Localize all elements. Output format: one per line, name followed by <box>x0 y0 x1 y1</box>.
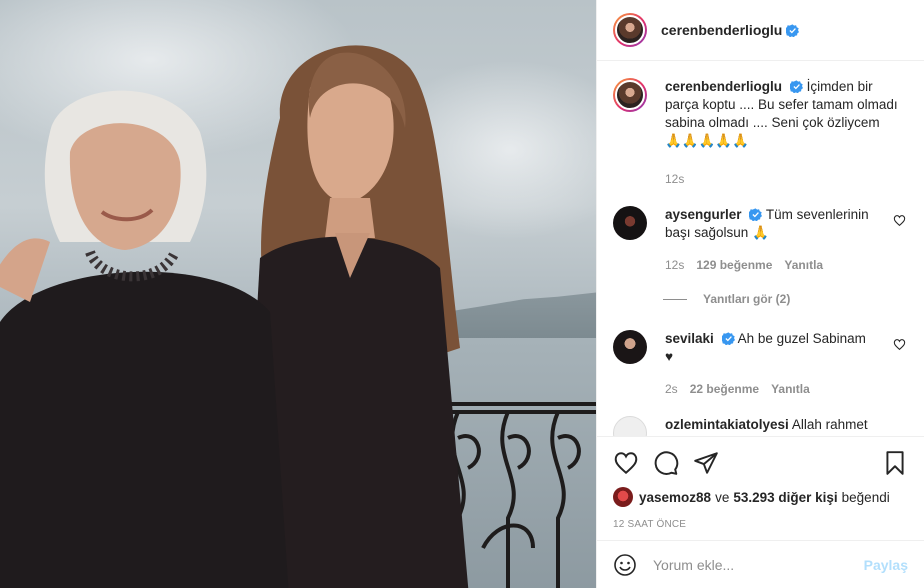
verified-badge-icon <box>786 23 800 37</box>
comment-input[interactable] <box>653 556 864 573</box>
comment-icon[interactable] <box>653 450 679 476</box>
bookmark-icon[interactable] <box>882 450 908 476</box>
likes-connector: ve <box>715 489 730 505</box>
comment-text-2: başı sağolsun 🙏 <box>665 225 769 240</box>
woman-left <box>0 90 289 588</box>
comments-list[interactable]: cerenbenderlioglu İçimden bir parça kopt… <box>597 62 924 436</box>
add-comment-bar: Paylaş <box>597 540 924 588</box>
smiley-icon[interactable] <box>613 553 637 577</box>
verified-badge-icon <box>749 208 763 221</box>
post-photo[interactable] <box>0 0 596 588</box>
instagram-post: cerenbenderlioglu cerenbenderlioglu İçim… <box>0 0 924 588</box>
caption-username[interactable]: cerenbenderlioglu <box>665 79 782 94</box>
commenter-avatar[interactable] <box>613 206 647 240</box>
heart-icon[interactable] <box>613 450 639 476</box>
author-username[interactable]: cerenbenderlioglu <box>661 22 782 38</box>
comment-like-icon[interactable] <box>893 214 906 227</box>
commenter-avatar[interactable] <box>613 416 647 436</box>
author-avatar[interactable] <box>613 13 647 47</box>
view-replies-label: Yanıtları gör (2) <box>703 292 791 306</box>
comment-item: ozlemintakiatolyesi Allah rahmet <box>613 416 908 436</box>
caption: cerenbenderlioglu İçimden bir parça kopt… <box>613 78 908 188</box>
post-timestamp[interactable]: 12 SAAT ÖNCE <box>613 519 908 530</box>
caption-time[interactable]: 12s <box>665 170 684 188</box>
paper-plane-icon[interactable] <box>693 450 719 476</box>
comment-item: sevilaki Ah be guzel Sabinam ♥ 2s 22 beğ… <box>613 330 908 398</box>
commenter-username[interactable]: sevilaki <box>665 331 714 346</box>
post-side-panel: cerenbenderlioglu cerenbenderlioglu İçim… <box>596 0 924 588</box>
commenter-username[interactable]: ozlemintakiatolyesi <box>665 417 789 432</box>
comment-item: aysengurler Tüm sevenlerinin başı sağols… <box>613 206 908 274</box>
liker-avatar[interactable] <box>613 487 633 507</box>
replies-divider <box>663 298 687 300</box>
liker-username[interactable]: yasemoz88 <box>639 490 711 505</box>
likes-suffix: beğendi <box>841 489 890 505</box>
caption-text-3: sabina olmadı .... Seni çok özliycem <box>665 115 880 130</box>
comment-time[interactable]: 2s <box>665 380 678 398</box>
comment-likes[interactable]: 22 beğenme <box>690 380 759 398</box>
comment-text: Tüm sevenlerinin <box>765 207 869 222</box>
caption-text-2: parça koptu .... Bu sefer tamam olmadı <box>665 97 898 112</box>
comment-like-icon[interactable] <box>893 338 906 351</box>
caption-emojis: 🙏🙏🙏🙏🙏 <box>665 133 750 148</box>
post-actions: yasemoz88 ve 53.293 diğer kişi beğendi 1… <box>597 436 924 530</box>
reply-button[interactable]: Yanıtla <box>784 256 823 274</box>
comment-likes[interactable]: 129 beğenme <box>696 256 772 274</box>
share-button[interactable]: Paylaş <box>864 557 908 573</box>
verified-badge-icon <box>789 80 803 93</box>
comment-text: Allah rahmet <box>791 417 868 432</box>
comment-text: Ah be guzel Sabinam <box>737 331 866 346</box>
caption-avatar[interactable] <box>613 78 647 112</box>
reply-button[interactable]: Yanıtla <box>771 380 810 398</box>
commenter-username[interactable]: aysengurler <box>665 207 742 222</box>
comment-text-2: ♥ <box>665 349 674 364</box>
caption-text-1: İçimden bir <box>806 79 873 94</box>
comment-time[interactable]: 12s <box>665 256 684 274</box>
commenter-avatar[interactable] <box>613 330 647 364</box>
post-header: cerenbenderlioglu <box>597 0 924 61</box>
likes-summary: yasemoz88 ve 53.293 diğer kişi beğendi <box>613 487 908 507</box>
likes-count[interactable]: 53.293 diğer kişi <box>733 490 837 505</box>
view-replies-button[interactable]: Yanıtları gör (2) <box>663 292 908 306</box>
verified-badge-icon <box>721 332 735 345</box>
